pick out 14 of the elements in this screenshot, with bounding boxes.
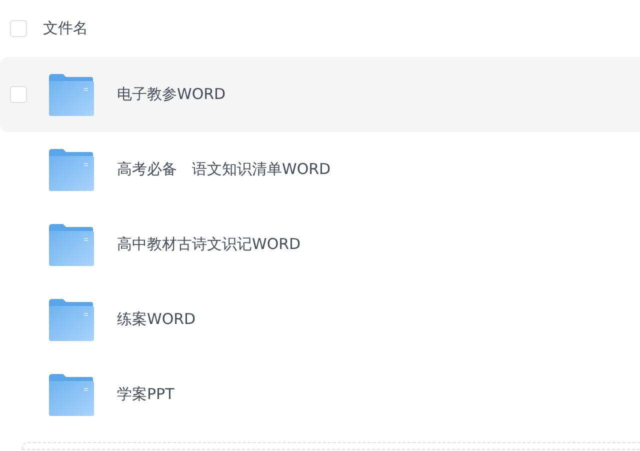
- checkbox[interactable]: [10, 20, 27, 37]
- folder-icon: [48, 224, 94, 266]
- file-row[interactable]: 电子教参WORD: [0, 57, 640, 132]
- folder-name[interactable]: 学案PPT: [117, 383, 174, 406]
- column-header[interactable]: 文件名: [43, 17, 88, 40]
- folder-icon: [48, 374, 94, 416]
- folder-icon: [48, 148, 94, 190]
- folder-name[interactable]: 电子教参WORD: [117, 83, 226, 106]
- folder-icon: [48, 74, 94, 116]
- folder-name[interactable]: 高中教材古诗文识记WORD: [117, 233, 301, 256]
- folder-icon: [48, 298, 94, 340]
- folder-name[interactable]: 练案WORD: [117, 308, 196, 331]
- checkbox[interactable]: [10, 86, 27, 103]
- folder-name[interactable]: 高考必备 语文知识清单WORD: [117, 158, 331, 181]
